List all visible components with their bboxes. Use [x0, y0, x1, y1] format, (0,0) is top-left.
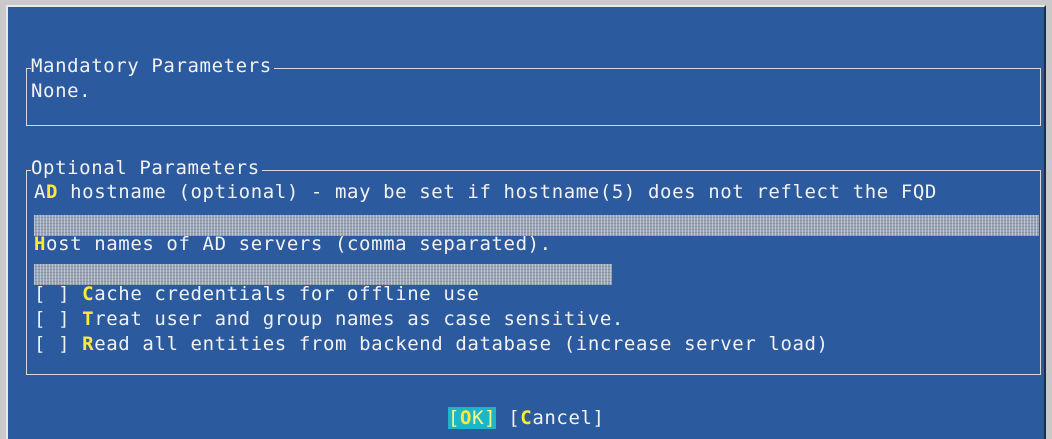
checkbox-cache-credentials[interactable]: [ ] Cache credentials for offline use: [34, 282, 479, 307]
terminal-screen: Mandatory Parameters None. Optional Para…: [0, 0, 1052, 439]
ad-hostname-label: AD hostname (optional) - may be set if h…: [34, 180, 937, 205]
dialog-buttons: [OK] [Cancel]: [448, 406, 605, 431]
ad-hostname-label-prefix: A: [34, 181, 47, 203]
ok-button[interactable]: [OK]: [448, 407, 497, 429]
cancel-bracket-open: [: [508, 407, 521, 429]
cancel-bracket-close: ]: [592, 407, 605, 429]
checkbox-hotkey: T: [82, 308, 95, 330]
checkbox-box[interactable]: [ ]: [34, 283, 70, 305]
optional-parameters-title: Optional Parameters: [31, 156, 262, 181]
checkbox-label: reat user and group names as case sensit…: [94, 308, 624, 330]
ad-servers-hotkey: H: [34, 233, 47, 255]
checkbox-box[interactable]: [ ]: [34, 308, 70, 330]
checkbox-hotkey: R: [82, 333, 95, 355]
ok-label-rest: K: [472, 407, 485, 429]
checkbox-box[interactable]: [ ]: [34, 333, 70, 355]
ok-hotkey: O: [460, 407, 473, 429]
ok-bracket-open: [: [448, 407, 461, 429]
cancel-label-rest: ancel: [532, 407, 593, 429]
checkbox-label: ache credentials for offline use: [94, 283, 480, 305]
checkbox-label: ead all entities from backend database (…: [94, 333, 829, 355]
cancel-button[interactable]: [Cancel]: [508, 407, 604, 429]
ad-servers-label: Host names of AD servers (comma separate…: [34, 232, 552, 257]
ad-servers-label-text: ost names of AD servers (comma separated…: [46, 233, 552, 255]
checkbox-read-all-entities[interactable]: [ ] Read all entities from backend datab…: [34, 332, 829, 357]
checkbox-case-sensitive[interactable]: [ ] Treat user and group names as case s…: [34, 307, 624, 332]
checkbox-hotkey: C: [82, 283, 95, 305]
ok-bracket-close: ]: [484, 407, 497, 429]
ad-hostname-label-text: hostname (optional) - may be set if host…: [58, 181, 937, 203]
mandatory-parameters-frame: Mandatory Parameters None.: [26, 54, 1041, 126]
parameters-dialog: Mandatory Parameters None. Optional Para…: [6, 5, 1046, 439]
mandatory-parameters-title: Mandatory Parameters: [31, 54, 274, 79]
ad-hostname-hotkey: D: [46, 181, 59, 203]
mandatory-parameters-text: None.: [31, 80, 92, 102]
cancel-hotkey: C: [520, 407, 533, 429]
